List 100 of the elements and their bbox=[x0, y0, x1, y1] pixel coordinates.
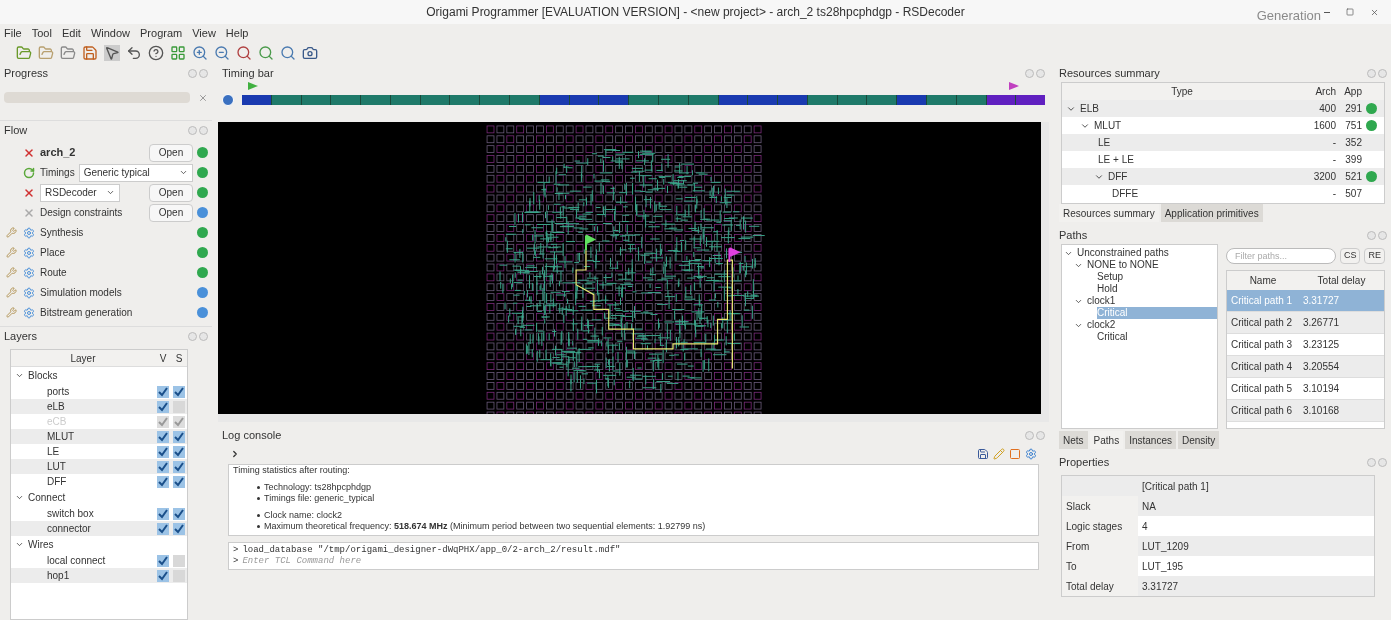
checkbox[interactable] bbox=[157, 385, 169, 398]
checkbox[interactable] bbox=[157, 430, 169, 443]
tree-item[interactable]: clock1 bbox=[1087, 295, 1217, 307]
caret-icon[interactable] bbox=[15, 493, 24, 502]
window-title: Origami Programmer [EVALUATION VERSION] - <new project> - arch_2 ts28hpcphdgp - RSDecoder bbox=[426, 4, 965, 21]
zoom-out-icon[interactable] bbox=[214, 45, 230, 61]
checkbox[interactable] bbox=[157, 475, 169, 488]
expand-icon[interactable] bbox=[230, 449, 240, 459]
cross-icon bbox=[23, 186, 35, 199]
close-icon[interactable] bbox=[1370, 8, 1379, 17]
menu-item[interactable]: Edit bbox=[61, 24, 81, 42]
save-icon[interactable] bbox=[82, 45, 98, 61]
scrollbar[interactable] bbox=[1041, 122, 1049, 414]
design-dropdown[interactable]: RSDecoder bbox=[40, 183, 120, 202]
help-icon[interactable] bbox=[148, 45, 164, 61]
checkbox[interactable] bbox=[173, 475, 185, 488]
pointer-icon[interactable] bbox=[104, 45, 120, 61]
tab[interactable]: Density bbox=[1177, 431, 1220, 449]
checkbox[interactable] bbox=[157, 460, 169, 473]
resource-row[interactable]: LE - 352 bbox=[1062, 134, 1384, 151]
tree-item[interactable]: clock2 bbox=[1087, 319, 1217, 331]
tab[interactable]: Application primitives bbox=[1160, 204, 1263, 222]
open-button[interactable]: Open bbox=[149, 183, 193, 202]
maximize-icon[interactable] bbox=[1346, 8, 1354, 16]
column-header[interactable]: App bbox=[1336, 84, 1362, 99]
caret-icon[interactable] bbox=[15, 540, 24, 549]
bullet-icon bbox=[257, 514, 260, 517]
checkbox[interactable] bbox=[157, 554, 169, 567]
menu-item[interactable]: Window bbox=[90, 24, 130, 42]
checkbox[interactable] bbox=[173, 554, 185, 567]
pencil-icon[interactable] bbox=[993, 448, 1005, 460]
search-icon[interactable] bbox=[258, 45, 274, 61]
tree-item[interactable]: Critical bbox=[1097, 331, 1217, 343]
filter-field[interactable]: Filter paths... bbox=[1225, 248, 1336, 264]
command-input[interactable]: Enter TCL Command here bbox=[242, 556, 1034, 567]
camera-icon[interactable] bbox=[302, 45, 318, 61]
column-header[interactable]: Total delay bbox=[1298, 273, 1384, 288]
caret-icon[interactable] bbox=[15, 371, 24, 380]
resource-row[interactable]: DFF 3200 521 bbox=[1062, 168, 1384, 185]
tree-item[interactable]: Unconstrained paths bbox=[1077, 247, 1217, 259]
filter-toggle[interactable]: CS bbox=[1339, 248, 1361, 264]
menu-item[interactable]: Program bbox=[140, 24, 183, 42]
gear-icon[interactable] bbox=[1025, 448, 1037, 460]
search-icon[interactable] bbox=[236, 45, 252, 61]
checkbox[interactable] bbox=[173, 522, 185, 535]
panel-title: Resources summary bbox=[1059, 65, 1160, 81]
flow-label: Place bbox=[40, 246, 65, 260]
scrollbar[interactable] bbox=[218, 414, 1049, 422]
checkbox[interactable] bbox=[173, 385, 185, 398]
bullet-icon bbox=[257, 525, 260, 528]
path-row[interactable]: Critical path 2 3.26771 bbox=[1226, 312, 1384, 334]
checkbox[interactable] bbox=[173, 430, 185, 443]
column-header[interactable]: Type bbox=[1062, 84, 1302, 99]
checkbox[interactable] bbox=[157, 522, 169, 535]
checkbox[interactable] bbox=[157, 445, 169, 458]
checkbox[interactable] bbox=[157, 507, 169, 520]
gear-icon bbox=[23, 226, 35, 239]
menu-item[interactable]: View bbox=[192, 24, 216, 42]
checkbox[interactable] bbox=[157, 569, 169, 582]
info-icon[interactable] bbox=[222, 94, 234, 106]
open-button[interactable]: Open bbox=[149, 203, 193, 222]
path-row[interactable]: Critical path 4 3.20554 bbox=[1226, 356, 1384, 378]
timings-dropdown[interactable]: Generic typical bbox=[78, 163, 193, 182]
command-console[interactable]: > load_database "/tmp/origami_designer-dWqPHX/app_0/2-arch_2/result.mdf" > Enter TCL Command here bbox=[228, 542, 1039, 570]
app-count: 399 bbox=[1344, 153, 1362, 167]
panel-title: Progress bbox=[4, 65, 49, 81]
checkbox[interactable] bbox=[157, 400, 169, 413]
checkbox[interactable] bbox=[173, 460, 185, 473]
checkbox[interactable] bbox=[173, 445, 185, 458]
grid-icon[interactable] bbox=[170, 45, 186, 61]
checkbox[interactable] bbox=[173, 400, 185, 413]
search-icon[interactable] bbox=[280, 45, 296, 61]
zoom-in-icon[interactable] bbox=[192, 45, 208, 61]
menu-item[interactable]: File bbox=[4, 24, 22, 42]
square-icon[interactable] bbox=[1009, 448, 1021, 460]
column-header[interactable]: Arch bbox=[1302, 84, 1336, 99]
column-header[interactable]: S bbox=[171, 350, 187, 366]
tree-item[interactable]: Setup bbox=[1097, 271, 1217, 283]
folder-icon[interactable] bbox=[16, 45, 32, 61]
folder-icon[interactable] bbox=[38, 45, 54, 61]
menu-item[interactable]: Tool bbox=[31, 24, 52, 42]
column-header[interactable]: V bbox=[155, 350, 171, 366]
cancel-icon[interactable] bbox=[198, 92, 208, 103]
path-row[interactable]: Critical path 6 3.10168 bbox=[1226, 400, 1384, 422]
tree-item[interactable]: NONE to NONE bbox=[1087, 259, 1217, 271]
column-header[interactable]: Name bbox=[1226, 273, 1299, 288]
undo-icon[interactable] bbox=[126, 45, 142, 61]
column-header[interactable]: Layer bbox=[11, 350, 155, 366]
tab[interactable]: Nets bbox=[1059, 431, 1088, 449]
folder-icon[interactable] bbox=[60, 45, 76, 61]
resource-row[interactable]: ELB 400 291 bbox=[1062, 100, 1384, 117]
path-name: Critical path 1 bbox=[1229, 294, 1294, 308]
menu-item[interactable]: Help bbox=[225, 24, 249, 42]
tree-item[interactable]: Hold bbox=[1097, 283, 1217, 295]
tab[interactable]: Instances bbox=[1125, 431, 1176, 449]
checkbox[interactable] bbox=[173, 507, 185, 520]
checkbox[interactable] bbox=[173, 569, 185, 582]
save-icon[interactable] bbox=[977, 448, 989, 460]
filter-toggle[interactable]: RE bbox=[1364, 248, 1385, 264]
open-button[interactable]: Open bbox=[149, 143, 193, 162]
